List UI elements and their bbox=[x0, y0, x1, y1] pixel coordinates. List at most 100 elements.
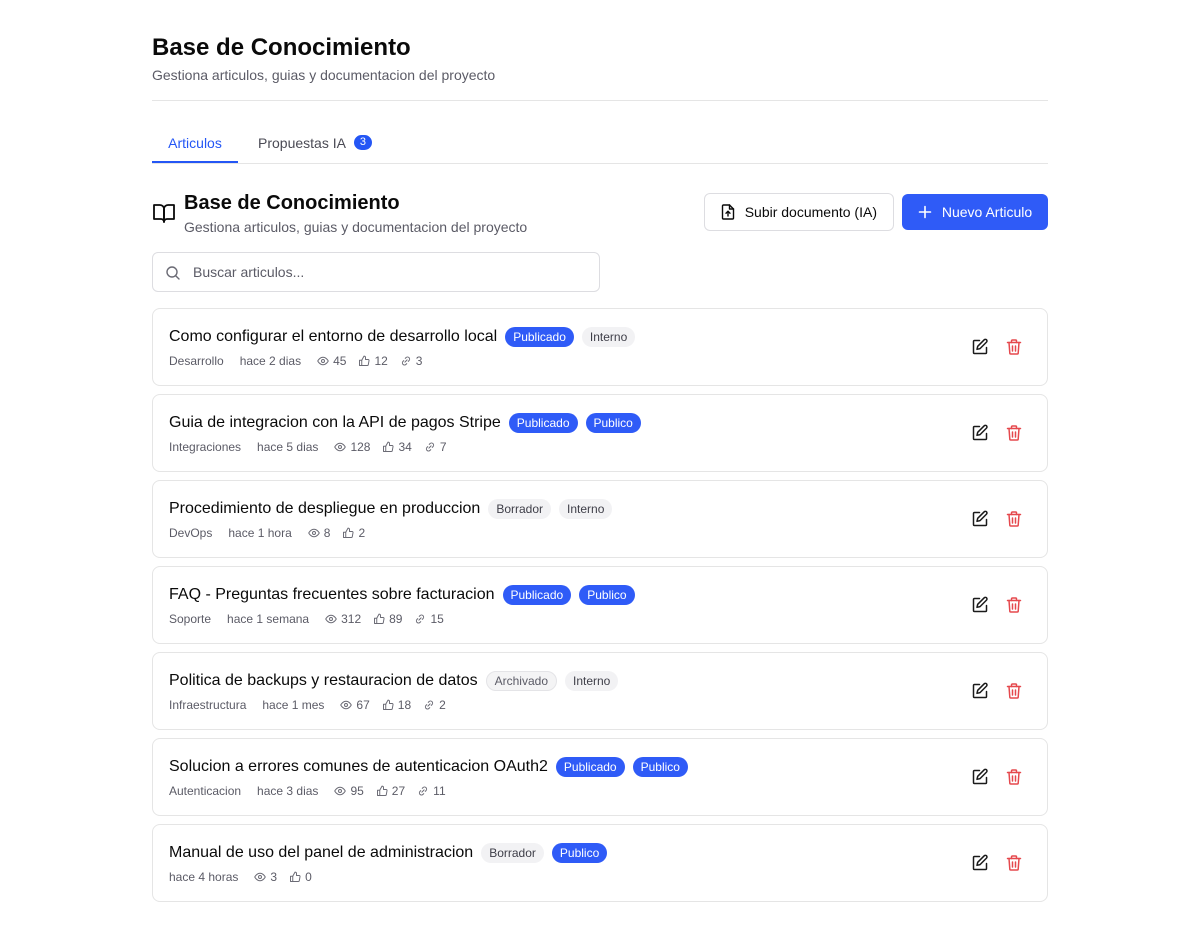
visibility-badge: Interno bbox=[565, 671, 619, 691]
article-views-count: 128 bbox=[350, 440, 371, 454]
article-likes-count: 0 bbox=[305, 870, 312, 884]
article-title[interactable]: Manual de uso del panel de administracio… bbox=[169, 842, 473, 864]
article-meta: Infraestructura hace 1 mes 67 18 2 bbox=[169, 697, 458, 713]
article-links-count: 7 bbox=[439, 440, 447, 454]
trash-icon[interactable] bbox=[1005, 854, 1023, 872]
edit-icon[interactable] bbox=[971, 596, 989, 614]
article-title[interactable]: Guia de integracion con la API de pagos … bbox=[169, 412, 501, 434]
article-time: hace 3 dias bbox=[257, 784, 319, 798]
article-links: 15 bbox=[414, 612, 444, 626]
trash-icon[interactable] bbox=[1005, 682, 1023, 700]
status-badge: Borrador bbox=[488, 499, 552, 519]
eye-icon bbox=[317, 356, 329, 366]
book-open-icon bbox=[153, 204, 175, 223]
edit-icon[interactable] bbox=[971, 424, 989, 442]
article-title[interactable]: Procedimiento de despliegue en produccio… bbox=[169, 498, 480, 520]
eye-icon bbox=[307, 528, 320, 538]
article-likes: 27 bbox=[376, 784, 405, 798]
edit-icon[interactable] bbox=[971, 510, 989, 528]
status-badge: Archivado bbox=[485, 671, 557, 691]
visibility-badge: Interno bbox=[581, 327, 636, 347]
article-views: 8 bbox=[307, 526, 330, 540]
article-card[interactable]: Como configurar el entorno de desarrollo… bbox=[152, 308, 1048, 386]
article-card[interactable]: FAQ - Preguntas frecuentes sobre factura… bbox=[152, 566, 1048, 644]
upload-document-label: Subir documento (IA) bbox=[744, 204, 877, 220]
thumbs-up-icon bbox=[359, 355, 370, 366]
edit-icon[interactable] bbox=[971, 338, 989, 356]
article-links: 2 bbox=[423, 698, 446, 712]
thumbs-up-icon bbox=[383, 441, 394, 452]
page-header: Base de Conocimiento Gestiona articulos,… bbox=[152, 32, 1048, 85]
article-views: 3 bbox=[254, 870, 277, 884]
article-likes-count: 34 bbox=[398, 440, 412, 454]
article-views-count: 67 bbox=[356, 698, 370, 712]
article-likes-count: 12 bbox=[374, 354, 388, 368]
article-card[interactable]: Manual de uso del panel de administracio… bbox=[152, 824, 1048, 902]
thumbs-up-icon bbox=[382, 699, 394, 710]
article-meta: hace 4 horas 3 0 bbox=[169, 869, 324, 885]
new-article-button[interactable]: Nuevo Articulo bbox=[902, 194, 1048, 230]
article-links-count: 2 bbox=[439, 698, 446, 712]
header-divider bbox=[152, 100, 1048, 101]
upload-document-button[interactable]: Subir documento (IA) bbox=[703, 193, 894, 231]
visibility-badge: Interno bbox=[559, 499, 613, 519]
search-box bbox=[152, 252, 600, 292]
article-card[interactable]: Guia de integracion con la API de pagos … bbox=[152, 394, 1048, 472]
link-icon bbox=[401, 356, 410, 366]
article-category: Desarrollo bbox=[169, 354, 224, 368]
article-likes: 18 bbox=[382, 698, 411, 712]
thumbs-up-icon bbox=[290, 871, 301, 882]
status-badge: Publicado bbox=[508, 413, 578, 433]
article-category: Autenticacion bbox=[169, 784, 242, 798]
article-time: hace 1 semana bbox=[227, 612, 310, 626]
trash-icon[interactable] bbox=[1005, 424, 1023, 442]
article-title[interactable]: Politica de backups y restauracion de da… bbox=[169, 670, 478, 692]
article-title[interactable]: FAQ - Preguntas frecuentes sobre factura… bbox=[169, 584, 495, 606]
trash-icon[interactable] bbox=[1005, 768, 1023, 786]
link-icon bbox=[419, 786, 428, 796]
article-views: 45 bbox=[317, 354, 346, 368]
status-badge: Publicado bbox=[505, 327, 574, 347]
article-meta: Desarrollo hace 2 dias 45 12 3 bbox=[169, 353, 434, 369]
tab-articulos-label: Articulos bbox=[168, 135, 222, 151]
eye-icon bbox=[334, 442, 347, 452]
new-article-label: Nuevo Articulo bbox=[941, 204, 1033, 220]
edit-icon[interactable] bbox=[971, 768, 989, 786]
article-meta: DevOps hace 1 hora 8 2 bbox=[169, 525, 377, 541]
article-likes: 2 bbox=[342, 526, 365, 540]
link-icon bbox=[425, 700, 434, 710]
article-title-row: Procedimiento de despliegue en produccio… bbox=[169, 498, 613, 520]
article-likes-count: 27 bbox=[391, 784, 406, 798]
article-card[interactable]: Procedimiento de despliegue en produccio… bbox=[152, 480, 1048, 558]
page-subtitle: Gestiona articulos, guias y documentacio… bbox=[152, 67, 496, 83]
article-links: 7 bbox=[424, 440, 447, 454]
visibility-badge: Publico bbox=[632, 757, 688, 777]
edit-icon[interactable] bbox=[971, 682, 989, 700]
edit-icon[interactable] bbox=[971, 854, 989, 872]
trash-icon[interactable] bbox=[1005, 596, 1023, 614]
article-meta: Autenticacion hace 3 dias 95 27 11 bbox=[169, 783, 458, 799]
tab-propuestas-ia[interactable]: Propuestas IA 3 bbox=[258, 126, 372, 163]
article-links: 11 bbox=[417, 784, 446, 798]
article-card[interactable]: Politica de backups y restauracion de da… bbox=[152, 652, 1048, 730]
search-input[interactable] bbox=[193, 253, 589, 291]
trash-icon[interactable] bbox=[1005, 510, 1023, 528]
tab-propuestas-ia-label: Propuestas IA bbox=[258, 135, 346, 151]
eye-icon bbox=[325, 614, 337, 624]
article-list: Como configurar el entorno de desarrollo… bbox=[152, 308, 1048, 910]
article-title-row: Politica de backups y restauracion de da… bbox=[169, 670, 619, 692]
page-title: Base de Conocimiento bbox=[152, 34, 411, 61]
tab-articulos[interactable]: Articulos bbox=[152, 126, 238, 163]
file-upload-icon bbox=[721, 204, 734, 220]
section-header: Base de Conocimiento Gestiona articulos,… bbox=[152, 190, 1048, 240]
status-badge: Publicado bbox=[555, 757, 625, 777]
article-likes-count: 2 bbox=[358, 526, 366, 540]
article-card[interactable]: Solucion a errores comunes de autenticac… bbox=[152, 738, 1048, 816]
article-title-row: FAQ - Preguntas frecuentes sobre factura… bbox=[169, 584, 635, 606]
article-title[interactable]: Como configurar el entorno de desarrollo… bbox=[169, 326, 497, 348]
article-title-row: Solucion a errores comunes de autenticac… bbox=[169, 756, 688, 778]
trash-icon[interactable] bbox=[1005, 338, 1023, 356]
article-likes: 34 bbox=[382, 440, 412, 454]
article-title[interactable]: Solucion a errores comunes de autenticac… bbox=[169, 756, 548, 778]
article-likes-count: 89 bbox=[389, 612, 403, 626]
